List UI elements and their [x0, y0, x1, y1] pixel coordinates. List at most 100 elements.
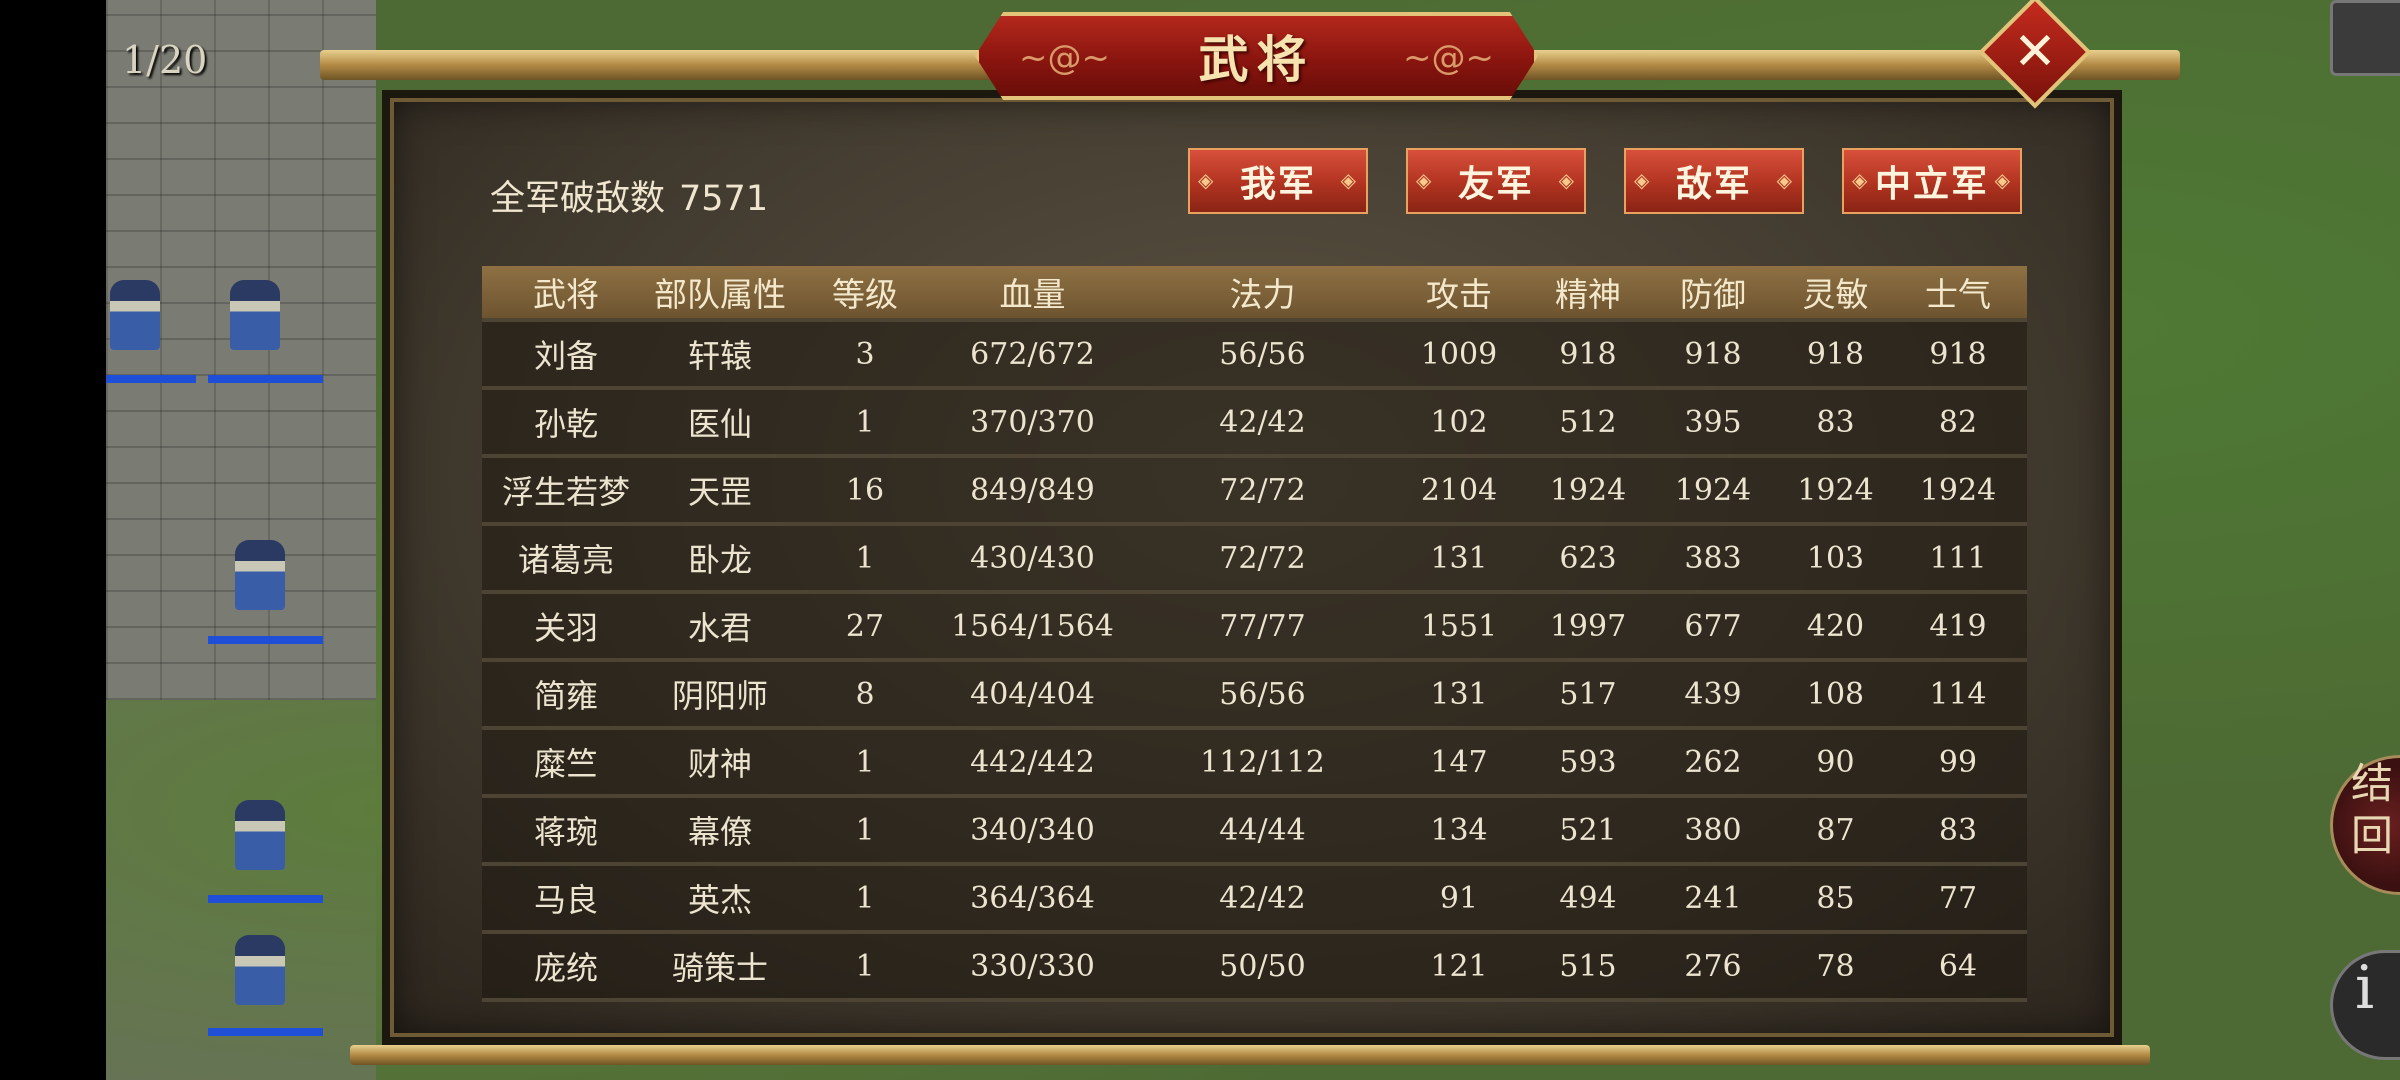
- table-cell: 42/42: [1219, 404, 1306, 440]
- column-header: 法力: [1229, 275, 1296, 314]
- swirl-ornament-icon: ~@~: [1019, 38, 1110, 78]
- table-row[interactable]: 庞统 骑策士 1 330/330 50/50 121 515 276 78 64: [482, 930, 2027, 998]
- table-row[interactable]: 简雍 阴阳师 8 404/404 56/56 131 517 439 108 114: [482, 658, 2027, 726]
- table-cell: 87: [1816, 812, 1855, 848]
- dialog-title: 武将: [1198, 30, 1315, 89]
- table-header: 武将 部队属性 等级 血量 法力 攻击 精神 防御 灵敏 士气: [482, 266, 2027, 318]
- table-cell: 1: [855, 744, 875, 780]
- table-row[interactable]: 马良 英杰 1 364/364 42/42 91 494 241 85 77: [482, 862, 2027, 930]
- table-cell: 刘备: [533, 337, 598, 375]
- tab-ornament-icon: ◈: [1634, 168, 1652, 192]
- table-cell: 77: [1938, 880, 1978, 916]
- table-cell: 395: [1684, 404, 1742, 440]
- table-cell: 849/849: [970, 472, 1095, 508]
- table-cell: 672/672: [970, 336, 1095, 372]
- table-cell: 102: [1430, 404, 1488, 440]
- table-row[interactable]: 孙乾 医仙 1 370/370 42/42 102 512 395 83 82: [482, 386, 2027, 454]
- table-cell: 1: [855, 948, 875, 984]
- tab-label: 中立军: [1874, 164, 1989, 205]
- unit-soldier[interactable]: [110, 280, 160, 350]
- table-cell: 56/56: [1219, 336, 1306, 372]
- total-kills-label: 全军破敌数: [490, 179, 666, 219]
- tab-label: 我军: [1239, 164, 1316, 205]
- table-cell: 383: [1684, 540, 1742, 576]
- unit-general[interactable]: [235, 540, 285, 610]
- tab-ornament-icon: ◈: [1852, 168, 1870, 192]
- table-cell: 82: [1938, 404, 1978, 440]
- turn-counter: 1/20: [122, 38, 208, 82]
- table-cell: 419: [1929, 608, 1987, 644]
- tab-ornament-icon: ◈: [1198, 168, 1216, 192]
- table-cell: 骑策士: [671, 949, 768, 987]
- table-cell: 83: [1816, 404, 1855, 440]
- table-cell: 262: [1684, 744, 1742, 780]
- tab-ornament-icon: ◈: [1340, 168, 1358, 192]
- tab-allied-army[interactable]: ◈ 友军 ◈: [1406, 148, 1586, 214]
- table-cell: 364/364: [970, 880, 1095, 916]
- tab-enemy-army[interactable]: ◈ 敌军 ◈: [1624, 148, 1804, 214]
- column-header: 血量: [999, 275, 1066, 314]
- table-cell: 50/50: [1219, 948, 1306, 984]
- table-cell: 财神: [687, 745, 752, 783]
- table-cell: 42/42: [1219, 880, 1306, 916]
- table-cell: 轩辕: [687, 337, 752, 375]
- unit-hp-bar: [208, 375, 323, 383]
- table-cell: 404/404: [970, 676, 1095, 712]
- table-row[interactable]: 糜竺 财神 1 442/442 112/112 147 593 262 90 99: [482, 726, 2027, 794]
- table-cell: 918: [1684, 336, 1742, 372]
- table-row[interactable]: 刘备 轩辕 3 672/672 56/56 1009 918 918 918 918: [482, 318, 2027, 386]
- tab-label: 友军: [1457, 164, 1534, 205]
- table-cell: 131: [1430, 676, 1488, 712]
- table-row[interactable]: 蒋琬 幕僚 1 340/340 44/44 134 521 380 87 83: [482, 794, 2027, 862]
- unit-soldier[interactable]: [230, 280, 280, 350]
- column-header: 等级: [832, 275, 898, 314]
- table-cell: 593: [1559, 744, 1617, 780]
- generals-table: 武将 部队属性 等级 血量 法力 攻击 精神 防御 灵敏 士气 刘备 轩辕 3 672…: [482, 266, 2027, 1002]
- table-cell: 114: [1929, 676, 1987, 712]
- close-icon[interactable]: ✕: [1995, 12, 2075, 92]
- tab-ornament-icon: ◈: [1776, 168, 1794, 192]
- table-row[interactable]: 关羽 水君 27 1564/1564 77/77 1551 1997 677 420 419: [482, 590, 2027, 658]
- table-row[interactable]: 浮生若梦 天罡 16 849/849 72/72 2104 1924 1924 1924 1924: [482, 454, 2027, 522]
- table-cell: 水君: [687, 609, 752, 647]
- table-cell: 111: [1929, 540, 1987, 576]
- table-cell: 78: [1816, 948, 1855, 984]
- menu-icon[interactable]: [2330, 0, 2400, 76]
- table-cell: 99: [1938, 744, 1978, 780]
- table-cell: 阴阳师: [671, 677, 768, 715]
- column-header: 部队属性: [654, 275, 786, 314]
- unit-hp-bar: [208, 895, 323, 903]
- table-cell: 515: [1559, 948, 1617, 984]
- table-cell: 卧龙: [687, 541, 752, 579]
- table-cell: 442/442: [970, 744, 1095, 780]
- column-header: 灵敏: [1802, 275, 1869, 314]
- tab-our-army[interactable]: ◈ 我军 ◈: [1188, 148, 1368, 214]
- table-cell: 91: [1439, 880, 1479, 916]
- table-cell: 16: [845, 472, 885, 508]
- table-cell: 241: [1684, 880, 1742, 916]
- table-cell: 83: [1938, 812, 1978, 848]
- table-cell: 关羽: [533, 609, 598, 647]
- table-cell: 马良: [533, 881, 598, 919]
- unit-hp-bar: [106, 375, 196, 383]
- table-row[interactable]: 诸葛亮 卧龙 1 430/430 72/72 131 623 383 103 111: [482, 522, 2027, 590]
- tab-neutral-army[interactable]: ◈ 中立军 ◈: [1842, 148, 2022, 214]
- table-cell: 1997: [1549, 608, 1627, 644]
- column-header: 士气: [1925, 275, 1991, 314]
- table-cell: 517: [1559, 676, 1617, 712]
- total-kills-value: 7571: [679, 179, 769, 219]
- tab-ornament-icon: ◈: [1416, 168, 1434, 192]
- table-cell: 1551: [1420, 608, 1498, 644]
- table-cell: 85: [1816, 880, 1855, 916]
- swirl-ornament-icon: ~@~: [1403, 38, 1494, 78]
- table-cell: 1924: [1797, 472, 1874, 508]
- table-cell: 147: [1430, 744, 1488, 780]
- unit-soldier[interactable]: [235, 800, 285, 870]
- table-cell: 1009: [1420, 336, 1498, 372]
- table-cell: 134: [1430, 812, 1488, 848]
- table-cell: 医仙: [687, 405, 752, 443]
- unit-soldier[interactable]: [235, 935, 285, 1005]
- table-cell: 糜竺: [533, 745, 598, 783]
- table-cell: 340/340: [970, 812, 1095, 848]
- table-cell: 蒋琬: [533, 813, 598, 851]
